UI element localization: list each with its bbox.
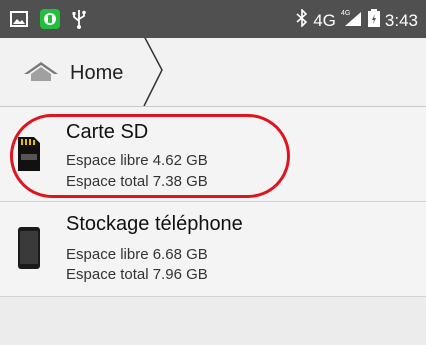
item-total-space: Espace total 7.96 GB — [66, 266, 208, 283]
item-free-space: Espace libre 4.62 GB — [66, 152, 208, 169]
home-label: Home — [70, 62, 124, 84]
app-notification-icon — [40, 9, 60, 34]
storage-item-phone[interactable]: Stockage téléphone Espace libre 6.68 GB … — [0, 202, 426, 297]
item-total-space: Espace total 7.38 GB — [66, 173, 208, 190]
svg-text:4G: 4G — [341, 10, 350, 17]
notification-icons — [10, 9, 86, 34]
storage-item-sd-card[interactable]: Carte SD Espace libre 4.62 GB Espace tot… — [0, 107, 426, 202]
network-type: 4G — [313, 10, 336, 30]
bluetooth-icon — [296, 8, 308, 32]
home-icon — [22, 60, 60, 87]
phone-icon — [18, 227, 40, 274]
battery-icon — [367, 9, 380, 32]
breadcrumb-separator-icon — [140, 35, 170, 111]
status-bar: 4G 4G 3:43 — [0, 0, 426, 38]
storage-list: Carte SD Espace libre 4.62 GB Espace tot… — [0, 107, 426, 297]
item-title: Stockage téléphone — [66, 213, 243, 235]
signal-icon: 4G — [341, 9, 363, 32]
sd-card-icon — [18, 137, 40, 176]
item-title: Carte SD — [66, 121, 149, 143]
screenshot-icon — [10, 11, 28, 32]
breadcrumb: Home — [0, 35, 426, 107]
clock: 3:43 — [384, 10, 418, 30]
breadcrumb-home[interactable]: Home — [22, 60, 123, 87]
item-free-space: Espace libre 6.68 GB — [66, 246, 208, 263]
system-icons: 4G 4G 3:43 — [296, 8, 418, 32]
usb-icon — [72, 9, 86, 34]
